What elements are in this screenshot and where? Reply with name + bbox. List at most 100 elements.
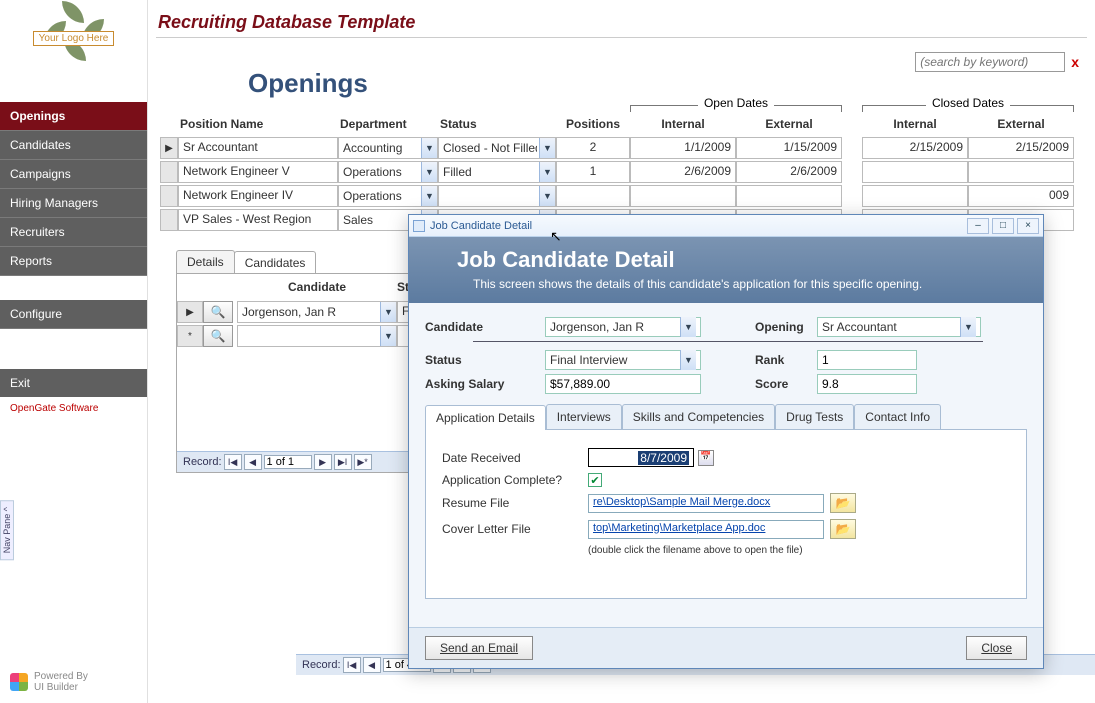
file-open-note: (double click the filename above to open…: [588, 545, 1010, 556]
cell-closed-external[interactable]: 009: [968, 185, 1074, 207]
first-record-button[interactable]: I◀: [343, 657, 361, 673]
chevron-down-icon[interactable]: ▼: [380, 302, 396, 322]
row-selector[interactable]: ▶: [177, 301, 203, 323]
sidebar-item-candidates[interactable]: Candidates: [0, 131, 147, 160]
tab-skills[interactable]: Skills and Competencies: [622, 404, 775, 429]
chevron-down-icon[interactable]: ▼: [421, 186, 437, 206]
chevron-down-icon[interactable]: ▼: [680, 317, 696, 337]
chevron-down-icon[interactable]: ▼: [960, 317, 976, 337]
prev-record-button[interactable]: ◀: [363, 657, 381, 673]
cell-open-external[interactable]: [736, 185, 842, 207]
close-window-button[interactable]: ×: [1017, 218, 1039, 234]
row-selector[interactable]: ▶: [160, 137, 178, 159]
cell-open-internal[interactable]: 2/6/2009: [630, 161, 736, 183]
cell-closed-internal[interactable]: 2/15/2009: [862, 137, 968, 159]
cell-closed-external[interactable]: 2/15/2009: [968, 137, 1074, 159]
cell-open-external[interactable]: 2/6/2009: [736, 161, 842, 183]
chevron-down-icon[interactable]: ▼: [680, 350, 696, 370]
vendor-link[interactable]: OpenGate Software: [0, 397, 147, 420]
chevron-down-icon[interactable]: ▼: [421, 138, 437, 158]
tab-drug-tests[interactable]: Drug Tests: [775, 404, 854, 429]
cell-positions[interactable]: 2: [556, 137, 630, 159]
cover-letter-file-link[interactable]: top\Marketing\Marketplace App.doc: [588, 520, 824, 539]
cell-positions[interactable]: 1: [556, 161, 630, 183]
browse-resume-button[interactable]: 📂: [830, 493, 856, 513]
sidebar-item-recruiters[interactable]: Recruiters: [0, 218, 147, 247]
recnav-label: Record:: [183, 456, 222, 468]
cell-position[interactable]: Network Engineer V: [178, 161, 338, 183]
chevron-down-icon[interactable]: ▼: [539, 138, 555, 158]
cell-position[interactable]: Network Engineer IV: [178, 185, 338, 207]
cell-closed-internal[interactable]: [862, 161, 968, 183]
col-candidate: Candidate: [237, 280, 397, 294]
closed-dates-span: Closed Dates: [926, 96, 1010, 110]
nav-pane-toggle[interactable]: Nav Pane ^: [0, 500, 14, 560]
calendar-icon[interactable]: 📅: [698, 450, 714, 466]
uibuilder-icon: [10, 673, 28, 691]
last-record-button[interactable]: ▶I: [334, 454, 352, 470]
first-record-button[interactable]: I◀: [224, 454, 242, 470]
next-record-button[interactable]: ▶: [314, 454, 332, 470]
sidebar-item-exit[interactable]: Exit: [0, 369, 147, 397]
col-position: Position Name: [178, 115, 338, 133]
prev-record-button[interactable]: ◀: [244, 454, 262, 470]
date-received-input[interactable]: 8/7/2009: [588, 448, 694, 467]
maximize-button[interactable]: □: [992, 218, 1014, 234]
tab-candidates[interactable]: Candidates: [234, 251, 317, 274]
cand-name[interactable]: Jorgenson, Jan R▼: [237, 301, 397, 323]
minimize-button[interactable]: –: [967, 218, 989, 234]
tab-details[interactable]: Details: [176, 250, 235, 273]
form-icon: [413, 220, 425, 232]
view-detail-button[interactable]: 🔍: [203, 301, 233, 323]
view-detail-button[interactable]: 🔍: [203, 325, 233, 347]
sidebar-item-hiring-managers[interactable]: Hiring Managers: [0, 189, 147, 218]
row-selector[interactable]: [160, 185, 178, 207]
send-email-button[interactable]: Send an Email: [425, 636, 533, 660]
cell-open-internal[interactable]: [630, 185, 736, 207]
chevron-down-icon[interactable]: ▼: [380, 326, 396, 346]
chevron-down-icon[interactable]: ▼: [539, 186, 555, 206]
tab-contact-info[interactable]: Contact Info: [854, 404, 941, 429]
row-selector[interactable]: [160, 161, 178, 183]
new-record-button[interactable]: ▶*: [354, 454, 372, 470]
record-position[interactable]: [264, 455, 312, 469]
cell-position[interactable]: Sr Accountant: [178, 137, 338, 159]
job-candidate-detail-dialog: Job Candidate Detail – □ × Job Candidate…: [408, 214, 1044, 669]
score-input[interactable]: [817, 374, 917, 394]
sidebar-item-reports[interactable]: Reports: [0, 247, 147, 276]
cell-closed-internal[interactable]: [862, 185, 968, 207]
cell-status[interactable]: ▼: [438, 185, 556, 207]
tab-application-details[interactable]: Application Details: [425, 405, 546, 430]
cell-positions[interactable]: [556, 185, 630, 207]
cell-department[interactable]: Accounting▼: [338, 137, 438, 159]
cell-department[interactable]: Operations▼: [338, 161, 438, 183]
cell-status[interactable]: Closed - Not Filled▼: [438, 137, 556, 159]
close-button[interactable]: Close: [966, 636, 1027, 660]
powered-by: Powered By UI Builder: [0, 661, 147, 703]
search-input[interactable]: [915, 52, 1065, 72]
row-selector[interactable]: [160, 209, 178, 231]
clear-search-icon[interactable]: x: [1071, 54, 1079, 70]
cand-name[interactable]: ▼: [237, 325, 397, 347]
row-selector-new[interactable]: *: [177, 325, 203, 347]
sidebar-item-campaigns[interactable]: Campaigns: [0, 160, 147, 189]
status-select[interactable]: Final Interview▼: [545, 350, 701, 370]
sidebar-item-configure[interactable]: Configure: [0, 300, 147, 329]
rank-input[interactable]: [817, 350, 917, 370]
app-complete-checkbox[interactable]: ✔: [588, 473, 602, 487]
resume-file-link[interactable]: re\Desktop\Sample Mail Merge.docx: [588, 494, 824, 513]
cell-closed-external[interactable]: [968, 161, 1074, 183]
cell-open-external[interactable]: 1/15/2009: [736, 137, 842, 159]
chevron-down-icon[interactable]: ▼: [539, 162, 555, 182]
browse-cover-button[interactable]: 📂: [830, 519, 856, 539]
sidebar-item-openings[interactable]: Openings: [0, 102, 147, 131]
cell-status[interactable]: Filled▼: [438, 161, 556, 183]
chevron-down-icon[interactable]: ▼: [421, 162, 437, 182]
cell-open-internal[interactable]: 1/1/2009: [630, 137, 736, 159]
cell-position[interactable]: VP Sales - West Region: [178, 209, 338, 231]
asking-salary-input[interactable]: [545, 374, 701, 394]
cell-department[interactable]: Operations▼: [338, 185, 438, 207]
candidate-select[interactable]: Jorgenson, Jan R▼: [545, 317, 701, 337]
opening-select[interactable]: Sr Accountant▼: [817, 317, 981, 337]
tab-interviews[interactable]: Interviews: [546, 404, 622, 429]
